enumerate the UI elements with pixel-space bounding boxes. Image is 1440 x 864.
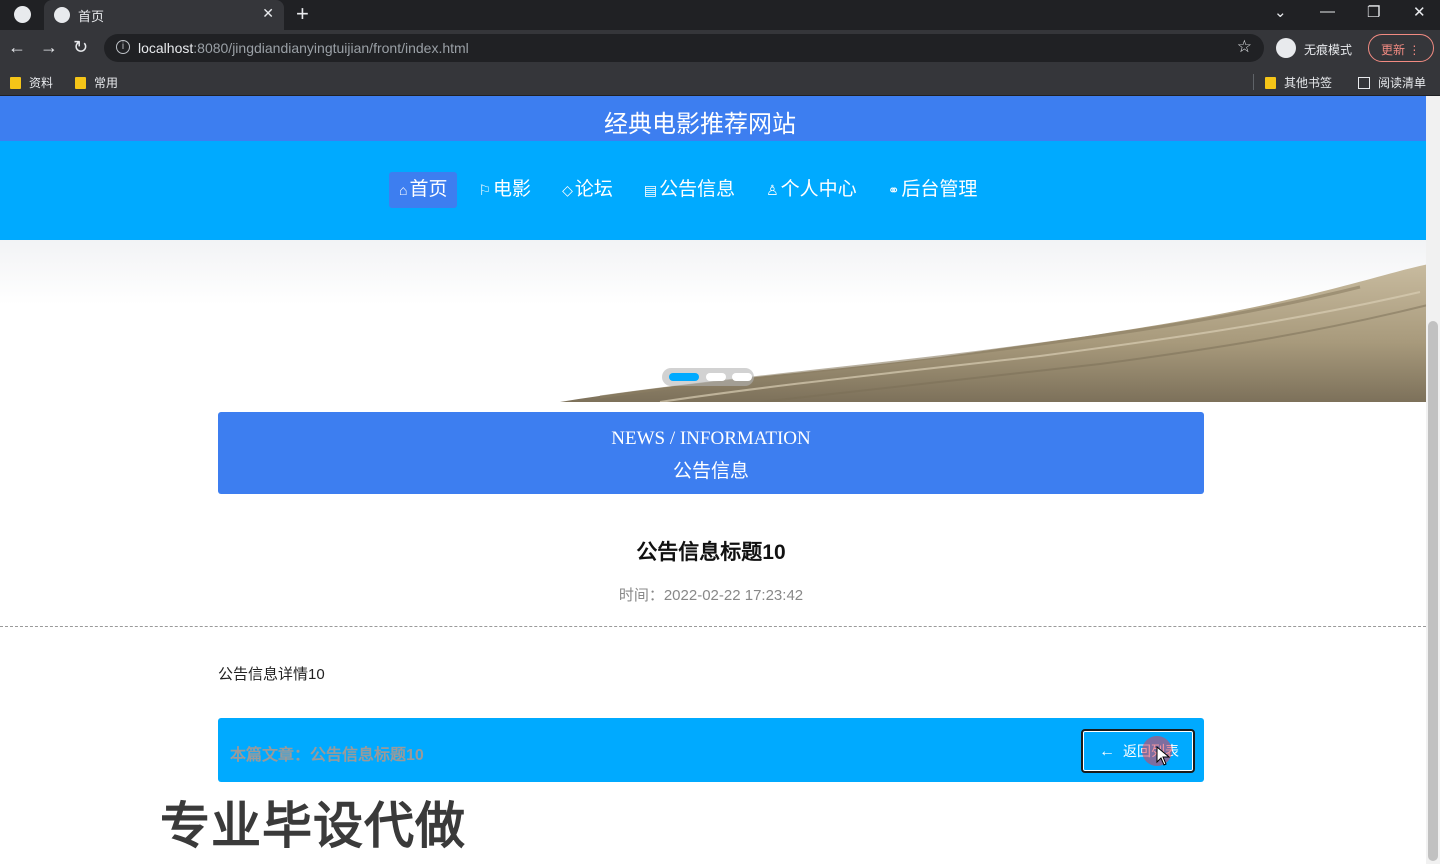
article-footer-bar: 本篇文章：公告信息标题10 ←返回列表 xyxy=(218,718,1204,782)
folder-icon xyxy=(75,77,86,89)
nav-label: 后台管理 xyxy=(901,179,978,200)
url-path: :8080/jingdiandianyingtuijian/front/inde… xyxy=(193,40,469,56)
page-scrollbar[interactable] xyxy=(1426,96,1440,864)
content-divider xyxy=(0,626,1426,627)
carousel-dot[interactable] xyxy=(732,373,752,381)
info-icon[interactable]: i xyxy=(116,40,130,54)
link-icon: ⚭ xyxy=(887,182,900,198)
page-viewport: 经典电影推荐网站 ⌂ 首页 ⚐ 电影 ◇ 论坛 ▤ 公告信息 ♙ 个人中心 ⚭ 后台管理 xyxy=(0,96,1440,864)
site-title: 经典电影推荐网站 xyxy=(604,111,796,138)
minimize-icon[interactable]: — xyxy=(1320,3,1335,20)
user-icon: ♙ xyxy=(766,182,779,198)
scrollbar-thumb[interactable] xyxy=(1428,321,1438,861)
restore-icon[interactable]: ❐ xyxy=(1367,3,1380,21)
nav-label: 电影 xyxy=(493,179,532,200)
menu-dots-icon: ⋮ xyxy=(1408,43,1421,57)
nav-item-admin[interactable]: ⚭ 后台管理 xyxy=(878,172,988,208)
browser-tab[interactable]: 首页 ✕ xyxy=(44,0,284,30)
bookmark-item[interactable]: 资料 xyxy=(10,74,53,91)
address-bar[interactable]: i localhost:8080/jingdiandianyingtuijian… xyxy=(104,34,1264,62)
nav-label: 首页 xyxy=(409,179,448,200)
bookmarks-bar: 资料 常用 其他书签 阅读清单 xyxy=(0,66,1440,96)
other-bookmarks[interactable]: 其他书签 xyxy=(1265,74,1332,91)
carousel-dot-active[interactable] xyxy=(669,373,699,381)
tag-icon: ◇ xyxy=(562,182,573,198)
article-time: 时间：2022-02-22 17:23:42 xyxy=(618,587,804,604)
main-nav: ⌂ 首页 ⚐ 电影 ◇ 论坛 ▤ 公告信息 ♙ 个人中心 ⚭ 后台管理 xyxy=(389,172,998,208)
arrow-left-icon: ← xyxy=(1099,743,1115,760)
reading-list-label: 阅读清单 xyxy=(1378,76,1427,90)
bookmark-label: 资料 xyxy=(29,76,54,90)
notice-icon: ▤ xyxy=(643,182,658,198)
nav-item-home[interactable]: ⌂ 首页 xyxy=(389,172,458,208)
incognito-icon[interactable] xyxy=(1276,38,1296,58)
url-text[interactable]: localhost:8080/jingdiandianyingtuijian/f… xyxy=(138,40,469,56)
mouse-cursor-icon xyxy=(1156,746,1170,766)
article-body: 公告信息详情10 xyxy=(218,666,325,683)
bookmark-label: 常用 xyxy=(94,76,119,90)
site-header: 经典电影推荐网站 ⌂ 首页 ⚐ 电影 ◇ 论坛 ▤ 公告信息 ♙ 个人中心 ⚭ 后台管理 xyxy=(0,96,1426,240)
section-heading: NEWS / INFORMATION 公告信息 xyxy=(218,412,1204,494)
other-bookmarks-label: 其他书签 xyxy=(1284,76,1333,90)
folder-icon xyxy=(1265,77,1276,89)
back-icon[interactable]: ← xyxy=(8,37,26,58)
nav-item-notices[interactable]: ▤ 公告信息 xyxy=(634,172,745,208)
nav-label: 公告信息 xyxy=(659,179,736,200)
update-label: 更新 xyxy=(1381,43,1406,57)
browser-tab-bar: 首页 ✕ + ⌄ — ❐ ✕ xyxy=(0,0,1440,30)
bookmarks-separator xyxy=(1253,74,1254,90)
favicon-icon xyxy=(54,7,70,23)
reading-list-icon xyxy=(1358,77,1370,89)
carousel-indicators xyxy=(662,368,754,386)
forward-icon[interactable]: → xyxy=(40,37,58,58)
watermark-text: 专业毕设代做 xyxy=(160,798,466,854)
folder-icon xyxy=(10,77,21,89)
reload-icon[interactable]: ↻ xyxy=(73,37,88,58)
section-title-en: NEWS / INFORMATION xyxy=(611,428,811,449)
bookmark-star-icon[interactable]: ☆ xyxy=(1237,37,1252,57)
new-tab-button[interactable]: + xyxy=(296,1,309,27)
carousel-banner[interactable] xyxy=(0,240,1426,402)
nav-item-forum[interactable]: ◇ 论坛 xyxy=(552,172,623,208)
flag-icon: ⚐ xyxy=(478,182,492,198)
update-button[interactable]: 更新 ⋮ xyxy=(1368,34,1434,62)
globe-icon[interactable] xyxy=(14,6,31,23)
tab-close-icon[interactable]: ✕ xyxy=(262,5,274,22)
incognito-label[interactable]: 无痕模式 xyxy=(1304,41,1352,58)
nav-label: 论坛 xyxy=(574,179,613,200)
close-window-icon[interactable]: ✕ xyxy=(1413,3,1426,21)
bookmark-item[interactable]: 常用 xyxy=(75,74,118,91)
home-icon: ⌂ xyxy=(399,182,408,198)
nav-item-profile[interactable]: ♙ 个人中心 xyxy=(756,172,867,208)
back-to-list-button[interactable]: ←返回列表 xyxy=(1081,729,1195,773)
browser-toolbar: ← → ↻ i localhost:8080/jingdiandianyingt… xyxy=(0,30,1440,66)
tab-search-icon[interactable]: ⌄ xyxy=(1274,3,1287,21)
reading-list[interactable]: 阅读清单 xyxy=(1358,74,1426,91)
title-band: 经典电影推荐网站 xyxy=(0,96,1426,141)
carousel-dot[interactable] xyxy=(706,373,726,381)
section-title-cn: 公告信息 xyxy=(672,461,749,482)
url-host: localhost xyxy=(138,40,194,56)
nav-item-movies[interactable]: ⚐ 电影 xyxy=(468,172,541,208)
article-title: 公告信息标题10 xyxy=(636,541,786,564)
current-article-label: 本篇文章：公告信息标题10 xyxy=(230,747,424,764)
nav-label: 个人中心 xyxy=(780,179,857,200)
tab-title: 首页 xyxy=(78,9,105,24)
